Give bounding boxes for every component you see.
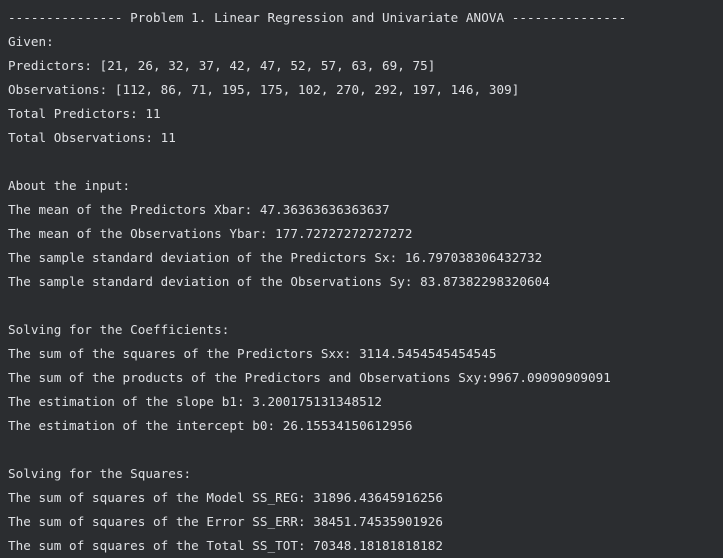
slope-line: The estimation of the slope b1: 3.200175…	[8, 394, 382, 409]
ss-tot-line: The sum of squares of the Total SS_TOT: …	[8, 538, 444, 553]
ss-reg-line: The sum of squares of the Model SS_REG: …	[8, 490, 444, 505]
intercept-line: The estimation of the intercept b0: 26.1…	[8, 418, 413, 433]
total-predictors-line: Total Predictors: 11	[8, 106, 161, 121]
section-heading-coefficients: Solving for the Coefficients:	[8, 322, 230, 337]
mean-observations-line: The mean of the Observations Ybar: 177.7…	[8, 226, 413, 241]
console-output: --------------- Problem 1. Linear Regres…	[0, 0, 723, 553]
stddev-predictors-line: The sample standard deviation of the Pre…	[8, 250, 543, 265]
total-observations-line: Total Observations: 11	[8, 130, 176, 145]
sxx-line: The sum of the squares of the Predictors…	[8, 346, 497, 361]
stddev-observations-line: The sample standard deviation of the Obs…	[8, 274, 550, 289]
mean-predictors-line: The mean of the Predictors Xbar: 47.3636…	[8, 202, 390, 217]
predictors-line: Predictors: [21, 26, 32, 37, 42, 47, 52,…	[8, 58, 436, 73]
observations-line: Observations: [112, 86, 71, 195, 175, 10…	[8, 82, 520, 97]
section-heading-given: Given:	[8, 34, 54, 49]
section-heading-squares: Solving for the Squares:	[8, 466, 192, 481]
ss-err-line: The sum of squares of the Error SS_ERR: …	[8, 514, 444, 529]
sxy-line: The sum of the products of the Predictor…	[8, 370, 611, 385]
header-line: --------------- Problem 1. Linear Regres…	[8, 10, 627, 25]
section-heading-about-input: About the input:	[8, 178, 131, 193]
